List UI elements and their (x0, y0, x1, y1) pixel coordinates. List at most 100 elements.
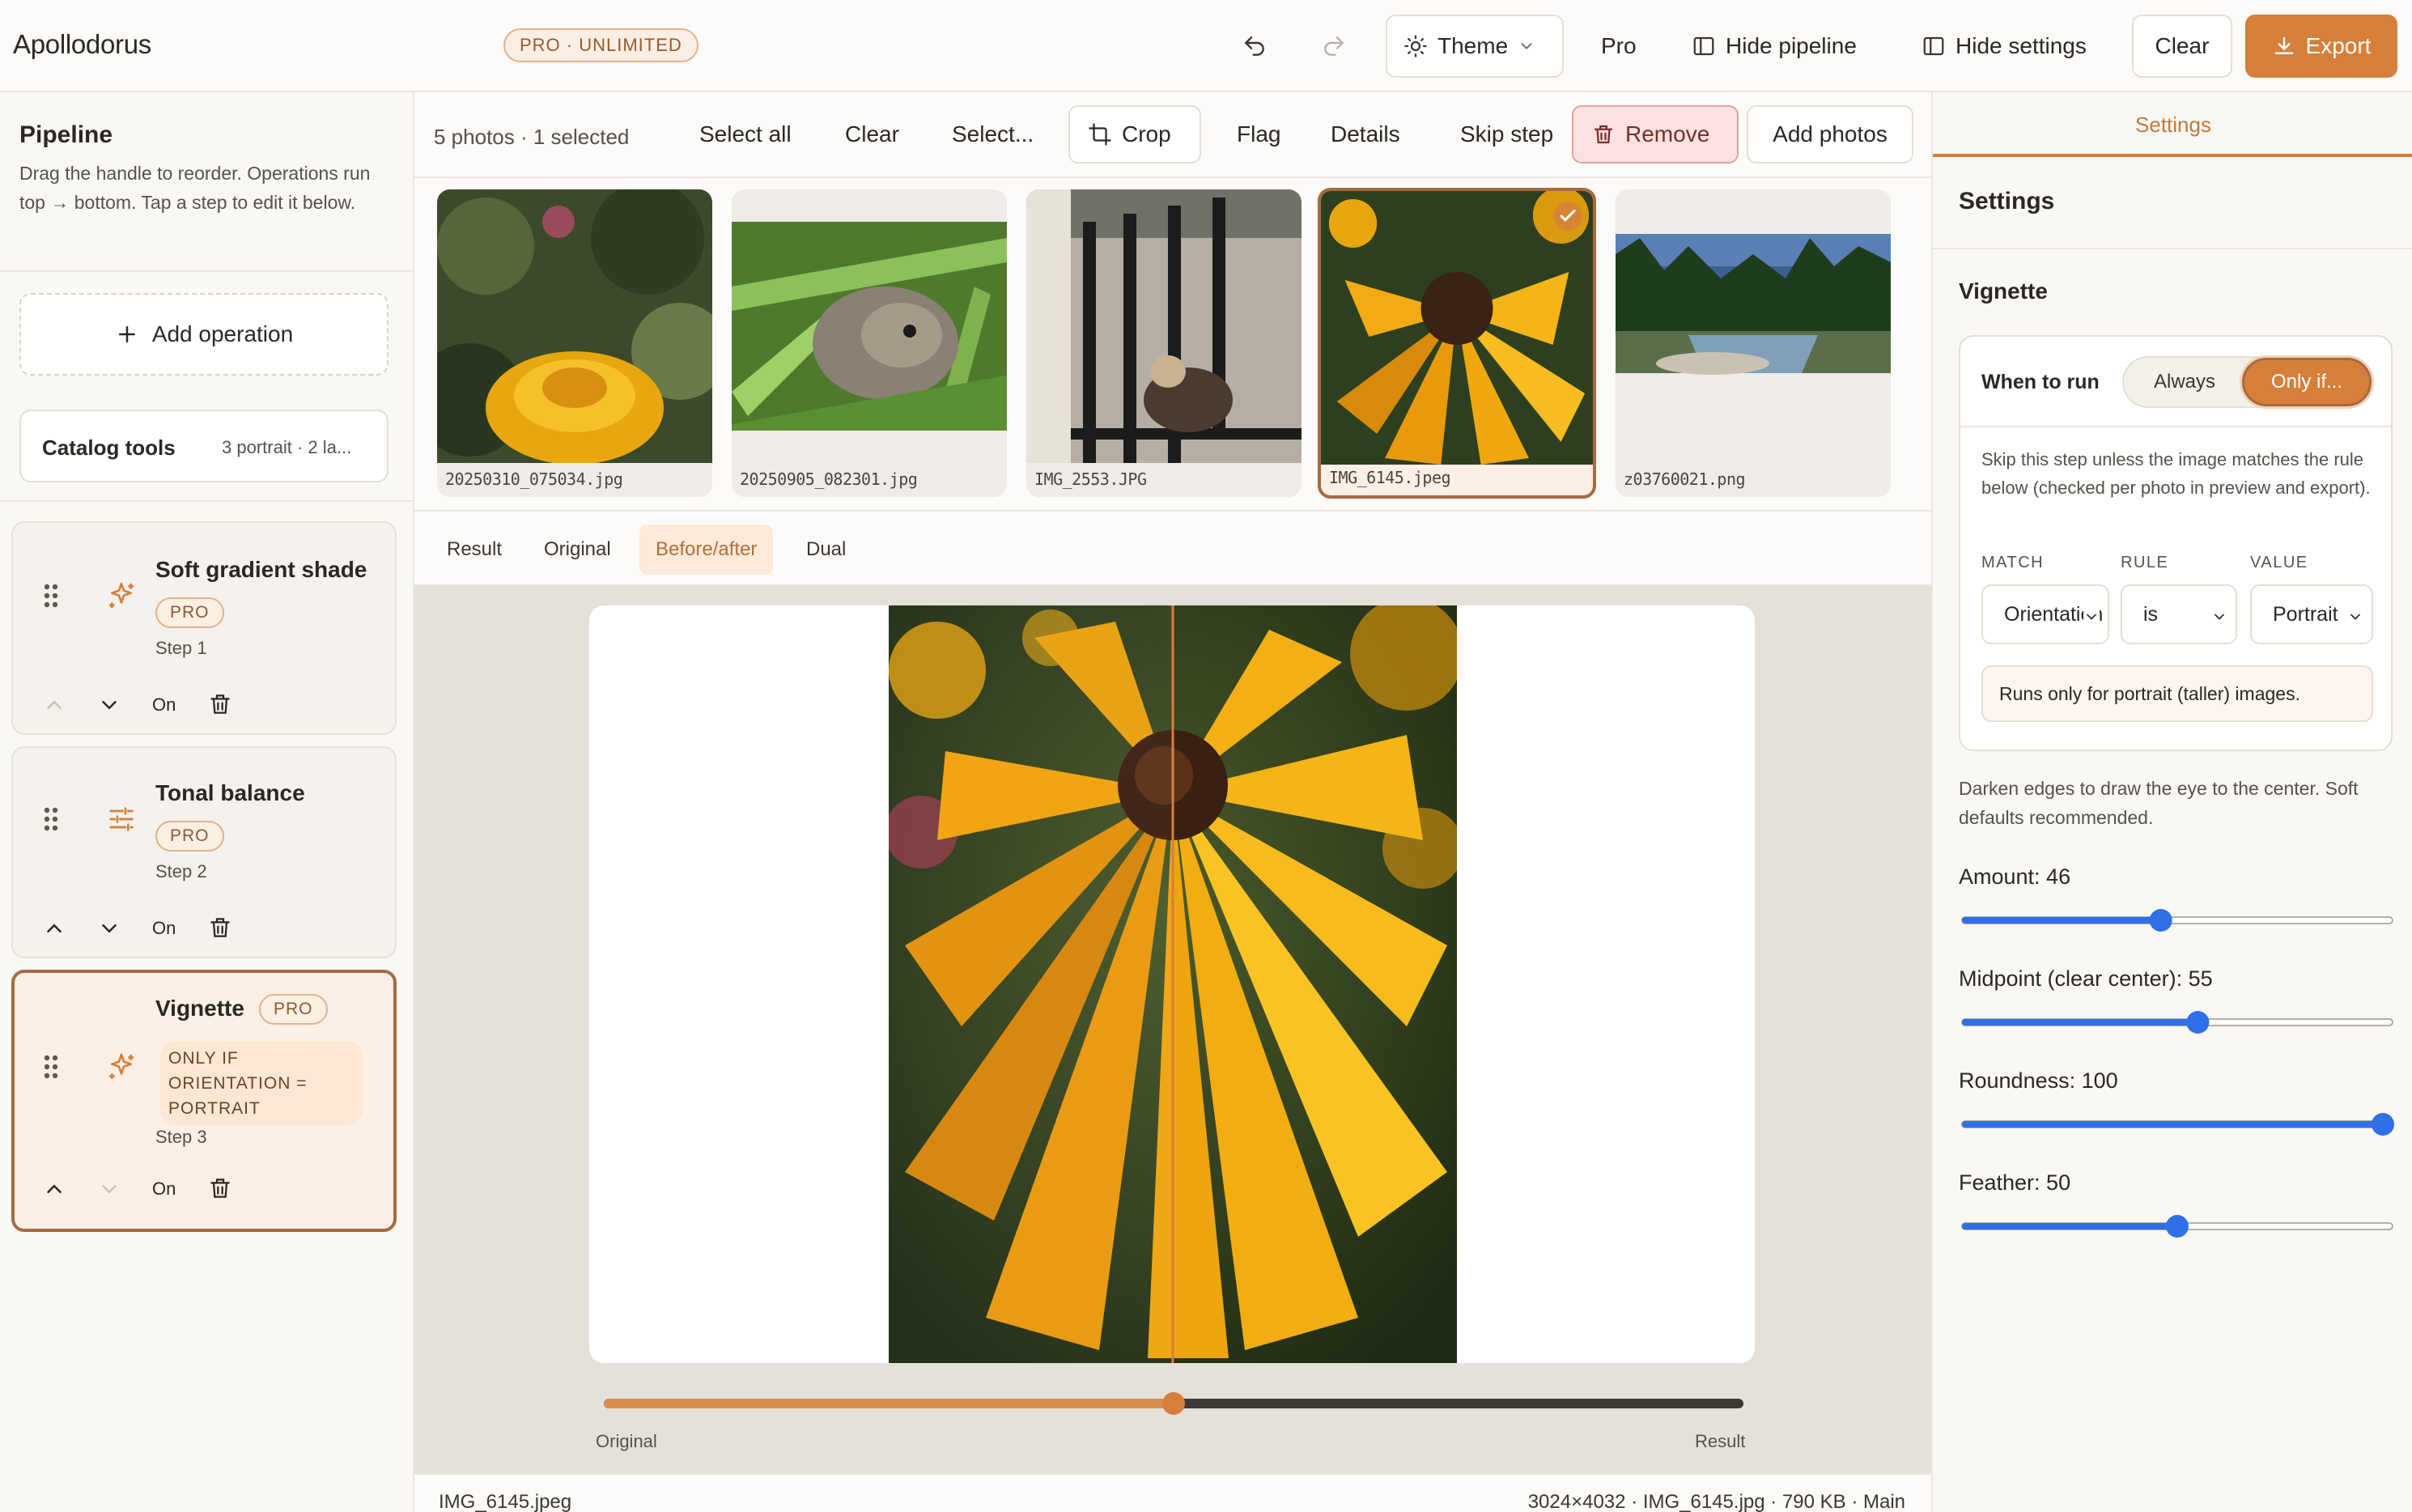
select-menu-label: Select... (952, 121, 1034, 147)
run-always-option[interactable]: Always (2124, 358, 2245, 406)
export-button[interactable]: Export (2245, 15, 2397, 78)
move-up-icon[interactable] (42, 693, 66, 717)
crop-label: Crop (1122, 121, 1171, 147)
skip-step-button[interactable]: Skip step (1442, 105, 1571, 164)
before-after-slider[interactable] (599, 1387, 1748, 1420)
step-number: Step 1 (155, 638, 207, 658)
pipeline-step-vignette[interactable]: Vignette PRO ONLY IF ORIENTATION = PORTR… (11, 970, 397, 1232)
crop-icon (1089, 123, 1111, 146)
export-label: Export (2305, 33, 2372, 58)
midpoint-slider[interactable] (1960, 1010, 2394, 1034)
move-down-icon[interactable] (97, 1177, 121, 1201)
step-toggle[interactable]: On (152, 694, 176, 716)
feather-slider[interactable] (1960, 1214, 2394, 1238)
trash-icon[interactable] (207, 691, 233, 717)
tab-settings[interactable]: Settings (1933, 92, 2412, 157)
add-photos-button[interactable]: Add photos (1747, 105, 1913, 164)
pipeline-step-soft-gradient-shade[interactable]: Soft gradient shade PRO Step 1 On (11, 521, 397, 735)
slider-fill (1962, 1019, 2200, 1026)
value-select-value: Portrait (2273, 603, 2338, 626)
match-select[interactable]: Orientation (1981, 584, 2109, 644)
step-name: Vignette (155, 996, 244, 1021)
clear-selection-button[interactable]: Clear (827, 105, 917, 164)
hide-settings-button[interactable]: Hide settings (1905, 15, 2103, 78)
slider-handle[interactable] (2372, 1113, 2394, 1136)
section-title: Vignette (1959, 278, 2048, 304)
top-bar: Apollodorus PRO · UNLIMITED Theme Pro Hi… (0, 0, 2412, 92)
slider-handle[interactable] (2186, 1011, 2210, 1034)
move-up-icon[interactable] (42, 916, 66, 941)
slider-fill (1962, 1223, 2179, 1230)
status-bar: IMG_6145.jpeg 3024×4032 · IMG_6145.jpg ·… (414, 1473, 1931, 1512)
details-button[interactable]: Details (1313, 105, 1418, 164)
drag-handle-icon[interactable] (42, 1054, 60, 1080)
compare-left-label: Original (596, 1431, 657, 1451)
trash-icon[interactable] (207, 915, 233, 941)
drag-handle-icon[interactable] (42, 806, 60, 832)
step-toggle[interactable]: On (152, 1179, 176, 1200)
tab-original[interactable]: Original (528, 525, 627, 575)
photo-thumbnail-selected[interactable]: IMG_6145.jpeg (1318, 188, 1596, 499)
photo-thumbnail[interactable]: 20250310_075034.jpg (437, 189, 712, 497)
rule-select[interactable]: is (2121, 584, 2237, 644)
undo-icon (1245, 36, 1264, 56)
tab-dual[interactable]: Dual (790, 525, 862, 575)
before-after-slider-handle[interactable] (1162, 1392, 1185, 1415)
photo-thumbnail[interactable]: 20250905_082301.jpg (732, 189, 1007, 497)
crop-button[interactable]: Crop (1068, 105, 1201, 164)
amount-slider[interactable] (1960, 908, 2394, 932)
download-icon (2274, 36, 2293, 54)
value-select[interactable]: Portrait (2250, 584, 2373, 644)
catalog-tools-button[interactable]: Catalog tools 3 portrait · 2 la... (19, 410, 389, 482)
photo-thumbnail[interactable]: z03760021.png (1616, 189, 1891, 497)
plus-icon (118, 326, 135, 342)
sparkle-icon (109, 1053, 134, 1079)
preview-canvas (589, 605, 1755, 1363)
flag-label: Flag (1237, 121, 1281, 147)
move-up-icon[interactable] (42, 1177, 66, 1201)
run-only-if-option[interactable]: Only if... (2242, 358, 2372, 406)
slider-handle[interactable] (2166, 1215, 2189, 1238)
pipeline-sidebar: Pipeline Drag the handle to reorder. Ope… (0, 92, 414, 1512)
drag-handle-icon[interactable] (42, 583, 60, 609)
add-operation-button[interactable]: Add operation (19, 293, 389, 376)
move-down-icon[interactable] (97, 916, 121, 941)
view-mode-tabs: Result Original Before/after Dual (414, 512, 1931, 586)
chevron-down-icon (2083, 609, 2100, 625)
redo-button[interactable] (1311, 15, 1357, 78)
hide-pipeline-button[interactable]: Hide pipeline (1675, 15, 1873, 78)
select-menu-button[interactable]: Select... (934, 105, 1051, 164)
roundness-slider[interactable] (1960, 1112, 2394, 1136)
undo-button[interactable] (1232, 15, 1277, 78)
photo-image (1026, 189, 1302, 463)
vignette-description: Darken edges to draw the eye to the cent… (1959, 778, 2359, 828)
details-label: Details (1331, 121, 1400, 147)
slider-handle[interactable] (2149, 909, 2172, 932)
tab-before-after[interactable]: Before/after (639, 525, 774, 575)
remove-button[interactable]: Remove (1572, 105, 1739, 164)
preview-image[interactable] (889, 605, 1457, 1363)
step-toggle[interactable]: On (152, 918, 176, 939)
theme-button[interactable]: Theme (1386, 15, 1564, 78)
slider-fill (1962, 1121, 2384, 1128)
chevron-down-icon (1521, 43, 1532, 50)
clear-all-button[interactable]: Clear (2132, 15, 2232, 78)
select-all-button[interactable]: Select all (682, 105, 809, 164)
chevron-down-icon (2215, 614, 2224, 620)
pro-button[interactable]: Pro (1585, 15, 1653, 78)
move-down-icon[interactable] (97, 693, 121, 717)
check-icon (1553, 202, 1582, 231)
pipeline-help-text: Drag the handle to reorder. Operations r… (19, 163, 371, 213)
trash-icon[interactable] (207, 1175, 233, 1201)
photo-filename: z03760021.png (1624, 469, 1746, 489)
trash-icon (1594, 125, 1613, 144)
flag-button[interactable]: Flag (1219, 105, 1298, 164)
feather-label: Feather: 50 (1959, 1170, 2071, 1195)
panel-left-icon (1693, 36, 1714, 56)
photo-image (1321, 191, 1593, 465)
select-all-label: Select all (699, 121, 792, 147)
photo-thumbnail[interactable]: IMG_2553.JPG (1026, 189, 1302, 497)
pipeline-step-tonal-balance[interactable]: Tonal balance PRO Step 2 On (11, 746, 397, 958)
tab-result[interactable]: Result (431, 525, 518, 575)
divider (0, 500, 413, 502)
